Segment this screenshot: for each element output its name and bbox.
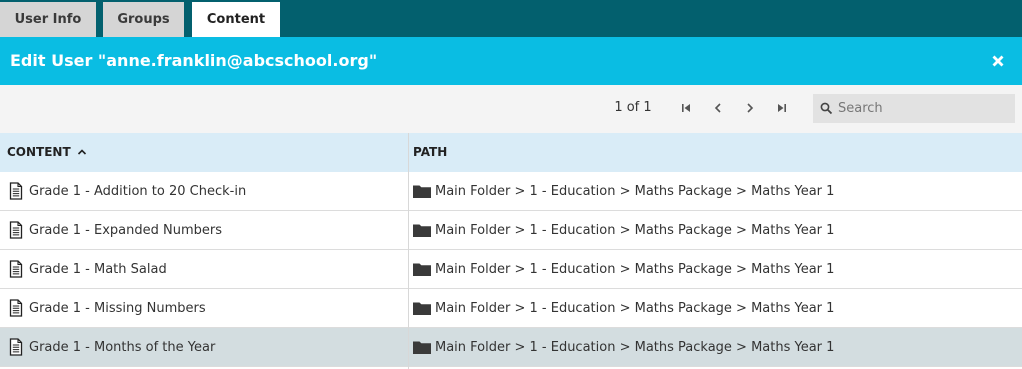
sort-ascending-icon xyxy=(77,149,86,155)
content-cell: Grade 1 - Math Salad xyxy=(8,250,167,288)
content-cell: Grade 1 - Missing Numbers xyxy=(8,289,206,327)
page-info: 1 of 1 xyxy=(614,100,652,115)
path-text: Main Folder > 1 - Education > Maths Pack… xyxy=(435,261,835,277)
path-text: Main Folder > 1 - Education > Maths Pack… xyxy=(435,300,835,316)
column-divider xyxy=(408,133,409,369)
tab-bar: User Info Groups Content xyxy=(0,0,1022,37)
folder-icon xyxy=(413,224,431,237)
close-icon[interactable] xyxy=(990,53,1006,69)
content-name: Grade 1 - Expanded Numbers xyxy=(29,222,222,238)
document-icon xyxy=(9,299,23,317)
document-icon xyxy=(9,182,23,200)
path-cell: Main Folder > 1 - Education > Maths Pack… xyxy=(412,328,834,366)
folder-icon xyxy=(413,185,431,198)
path-cell: Main Folder > 1 - Education > Maths Pack… xyxy=(412,211,834,249)
table-header: CONTENT PATH xyxy=(0,133,1022,172)
last-page-icon[interactable] xyxy=(775,101,789,115)
toolbar: 1 of 1 xyxy=(0,85,1022,133)
column-header-label: PATH xyxy=(413,145,448,159)
path-text: Main Folder > 1 - Education > Maths Pack… xyxy=(435,339,835,355)
tab-content[interactable]: Content xyxy=(192,2,280,37)
content-cell: Grade 1 - Addition to 20 Check-in xyxy=(8,172,246,210)
path-text: Main Folder > 1 - Education > Maths Pack… xyxy=(435,222,835,238)
search-box xyxy=(813,94,1015,123)
first-page-icon[interactable] xyxy=(679,101,693,115)
table-row[interactable]: Grade 1 - Months of the Year Main Folder … xyxy=(0,328,1022,367)
column-header-label: CONTENT xyxy=(7,145,71,159)
path-text: Main Folder > 1 - Education > Maths Pack… xyxy=(435,183,835,199)
table-row[interactable]: Grade 1 - Addition to 20 Check-in Main Fo… xyxy=(0,172,1022,211)
search-input[interactable] xyxy=(838,94,1008,123)
path-cell: Main Folder > 1 - Education > Maths Pack… xyxy=(412,289,834,327)
path-cell: Main Folder > 1 - Education > Maths Pack… xyxy=(412,172,834,210)
document-icon xyxy=(9,260,23,278)
folder-icon xyxy=(413,302,431,315)
next-page-icon[interactable] xyxy=(743,101,757,115)
column-header-path[interactable]: PATH xyxy=(413,133,447,172)
content-cell: Grade 1 - Months of the Year xyxy=(8,328,215,366)
table-row[interactable]: Grade 1 - Missing Numbers Main Folder > 1… xyxy=(0,289,1022,328)
search-icon xyxy=(820,102,833,115)
dialog-title: Edit User "anne.franklin@abcschool.org" xyxy=(10,51,378,70)
content-name: Grade 1 - Math Salad xyxy=(29,261,167,277)
content-name: Grade 1 - Months of the Year xyxy=(29,339,216,355)
tab-groups[interactable]: Groups xyxy=(103,2,184,37)
folder-icon xyxy=(413,263,431,276)
table-row[interactable]: Grade 1 - Math Salad Main Folder > 1 - Ed… xyxy=(0,250,1022,289)
folder-icon xyxy=(413,341,431,354)
content-name: Grade 1 - Missing Numbers xyxy=(29,300,206,316)
tab-user-info[interactable]: User Info xyxy=(0,2,96,37)
dialog-header: Edit User "anne.franklin@abcschool.org" xyxy=(0,37,1022,85)
table-row[interactable]: Grade 1 - Expanded Numbers Main Folder > … xyxy=(0,211,1022,250)
prev-page-icon[interactable] xyxy=(711,101,725,115)
path-cell: Main Folder > 1 - Education > Maths Pack… xyxy=(412,250,834,288)
document-icon xyxy=(9,221,23,239)
document-icon xyxy=(9,338,23,356)
column-header-content[interactable]: CONTENT xyxy=(7,133,87,172)
content-cell: Grade 1 - Expanded Numbers xyxy=(8,211,222,249)
content-name: Grade 1 - Addition to 20 Check-in xyxy=(29,183,247,199)
